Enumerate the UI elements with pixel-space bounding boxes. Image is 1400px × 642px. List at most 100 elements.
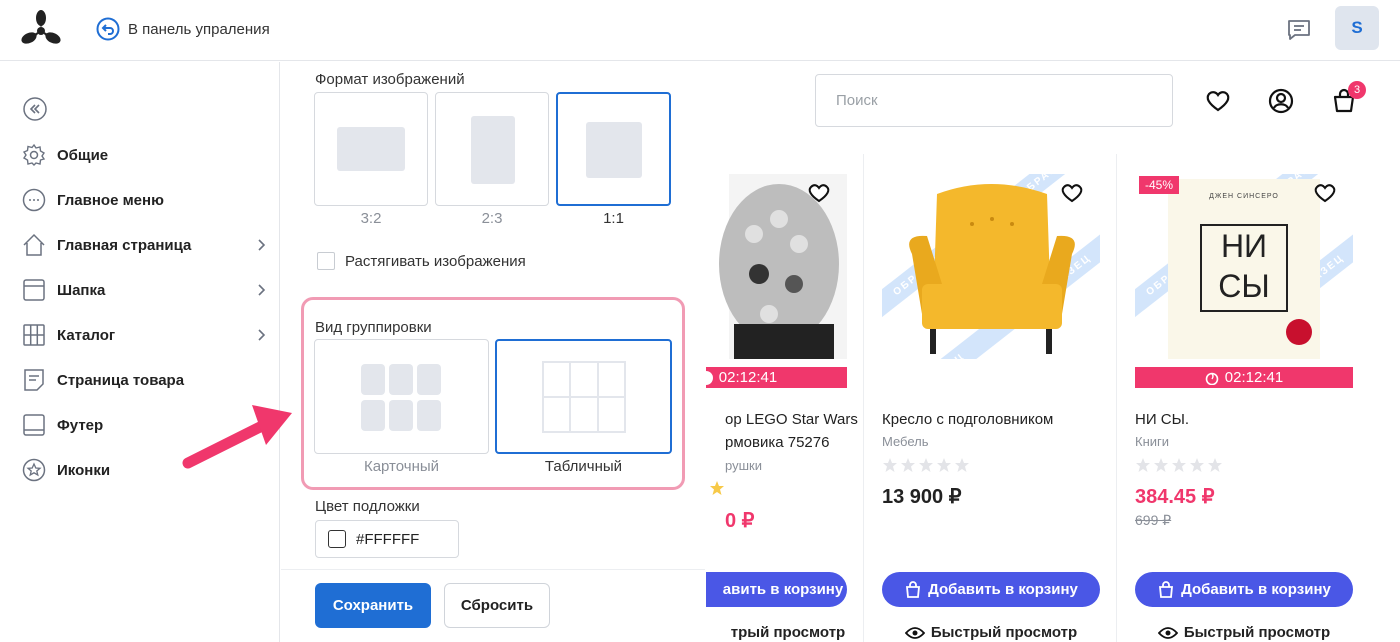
add-to-cart-button[interactable]: Добавить в корзину — [882, 572, 1100, 607]
table-grid-preview — [542, 361, 626, 433]
star-empty-icon — [1154, 458, 1168, 472]
timer-value: 02:12:41 — [1224, 369, 1284, 386]
header-layout-icon — [23, 279, 45, 301]
add-to-cart-button[interactable]: Добавить в корзину — [1135, 572, 1353, 607]
settings-sidebar: Общие Главное меню Главная страница Шапк… — [0, 62, 280, 642]
quick-view-label: Быстрый просмотр — [1183, 624, 1331, 641]
star-empty-icon — [1136, 458, 1150, 472]
back-to-dashboard-link[interactable]: В панель упраления — [96, 17, 270, 41]
color-swatch[interactable] — [328, 530, 346, 548]
product-price: 384.45 ₽ — [1135, 486, 1215, 508]
add-to-cart-label: Добавить в корзину — [928, 581, 1078, 598]
book-title-block: НИ СЫ — [1200, 224, 1288, 312]
favorite-heart-icon[interactable] — [1313, 181, 1337, 205]
search-input[interactable]: Поиск — [815, 74, 1173, 127]
format-option-1-1[interactable] — [556, 92, 671, 206]
product-card[interactable]: ОБРАЗЕЦОБРАЗЕЦ ОБРАЗЕЦОБРАЗЕЦ Кресло с п… — [863, 154, 1116, 642]
sidebar-item-header[interactable]: Шапка — [22, 275, 272, 305]
dots-circle-icon — [22, 188, 46, 212]
sale-timer: 02:12:41 — [1135, 367, 1353, 388]
shopping-bag-icon — [906, 580, 921, 598]
sidebar-item-product-page[interactable]: Страница товара — [22, 365, 272, 395]
user-avatar[interactable]: S — [1335, 6, 1379, 50]
annotation-arrow — [182, 405, 292, 469]
grouping-option-table[interactable] — [495, 339, 672, 454]
grouping-caption: Табличный — [544, 458, 623, 475]
sidebar-item-label: Главная страница — [57, 236, 192, 254]
quick-view-button[interactable]: Быстрый просмотр — [882, 624, 1100, 641]
chevron-right-icon — [258, 329, 266, 341]
grid-icon — [23, 324, 45, 346]
catalog-settings-panel: Формат изображений 3:2 2:3 1:1 Растягива… — [281, 62, 705, 642]
sidebar-item-label: Иконки — [57, 461, 111, 479]
home-icon — [23, 233, 45, 256]
product-category: рушки — [725, 458, 762, 473]
format-caption: 3:2 — [360, 210, 382, 227]
user-icon[interactable] — [1268, 88, 1294, 114]
grouping-caption: Карточный — [363, 458, 440, 475]
chat-icon[interactable] — [1286, 17, 1312, 43]
book-title-line2: СЫ — [1218, 268, 1270, 304]
add-to-cart-label: авить в корзину — [722, 581, 844, 598]
sidebar-item-main-menu[interactable]: Главное меню — [22, 185, 272, 215]
sidebar-item-label: Общие — [57, 146, 109, 164]
discount-badge: -45% — [1139, 176, 1180, 194]
sidebar-item-label: Каталог — [57, 326, 116, 344]
star-empty-icon — [883, 458, 897, 472]
grouping-option-cards[interactable] — [314, 339, 489, 454]
quick-view-label: трый просмотр — [730, 624, 846, 641]
sidebar-item-label: Шапка — [57, 281, 106, 299]
collapse-sidebar-icon[interactable] — [23, 97, 47, 121]
bg-color-input[interactable]: #FFFFFF — [315, 520, 459, 558]
document-icon — [24, 369, 44, 391]
product-card[interactable]: 02:12:41 ор LEGO Star Wars рмовика 75276… — [706, 154, 863, 642]
chevron-right-icon — [258, 239, 266, 251]
app-logo[interactable] — [20, 10, 62, 48]
grouping-label: Вид группировки — [315, 319, 432, 336]
product-category: Книги — [1135, 434, 1170, 449]
quick-view-label: Быстрый просмотр — [930, 624, 1078, 641]
book-sticker — [1286, 319, 1312, 345]
shopping-bag-icon — [1159, 580, 1174, 598]
star-empty-icon — [1190, 458, 1204, 472]
chevron-right-icon — [258, 284, 266, 296]
heart-icon[interactable] — [1205, 88, 1231, 114]
quick-view-button[interactable]: Быстрый просмотр — [1135, 624, 1353, 641]
product-name[interactable]: НИ СЫ. — [1135, 408, 1360, 431]
stretch-images-label[interactable]: Растягивать изображения — [345, 253, 526, 270]
product-old-price: 699 ₽ — [1135, 512, 1172, 528]
bg-color-label: Цвет подложки — [315, 498, 420, 515]
footer-layout-icon — [23, 414, 45, 436]
format-option-2-3[interactable] — [435, 92, 549, 206]
format-preview-1-1 — [586, 122, 642, 178]
star-filled-icon — [710, 481, 724, 495]
add-to-cart-button[interactable]: авить в корзину — [706, 572, 847, 607]
reset-button[interactable]: Сбросить — [444, 583, 550, 628]
favorite-heart-icon[interactable] — [807, 181, 831, 205]
sidebar-item-general[interactable]: Общие — [22, 140, 272, 170]
format-option-3-2[interactable] — [314, 92, 428, 206]
format-preview-2-3 — [471, 116, 515, 184]
quick-view-button[interactable]: трый просмотр — [706, 624, 847, 641]
sidebar-item-label: Футер — [57, 416, 104, 434]
stretch-images-checkbox[interactable] — [317, 252, 335, 270]
back-arrow-circle-icon — [96, 17, 120, 41]
sidebar-item-catalog[interactable]: Каталог — [22, 320, 272, 350]
sidebar-item-home-page[interactable]: Главная страница — [22, 230, 272, 260]
add-to-cart-label: Добавить в корзину — [1181, 581, 1331, 598]
product-category: Мебель — [882, 434, 929, 449]
bg-color-value: #FFFFFF — [356, 530, 420, 548]
fire-icon — [1205, 372, 1219, 385]
favorite-heart-icon[interactable] — [1060, 181, 1084, 205]
sale-timer: 02:12:41 — [706, 367, 847, 388]
book-author: ДЖЕН СИНСЕРО — [1209, 193, 1279, 200]
top-bar: В панель упраления S — [0, 0, 1400, 61]
save-button[interactable]: Сохранить — [315, 583, 431, 628]
format-caption: 2:3 — [481, 210, 503, 227]
gear-icon — [22, 143, 46, 166]
back-label: В панель упраления — [128, 20, 270, 38]
product-card[interactable]: ОБРАЗЕЦОБРАЗЕЦ ОБРАЗЕЦОБРАЗЕЦ ДЖЕН СИНСЕ… — [1116, 154, 1369, 642]
format-preview-3-2 — [337, 127, 405, 171]
product-name[interactable]: Кресло с подголовником — [882, 408, 1107, 431]
product-price: 0 ₽ — [725, 510, 755, 532]
